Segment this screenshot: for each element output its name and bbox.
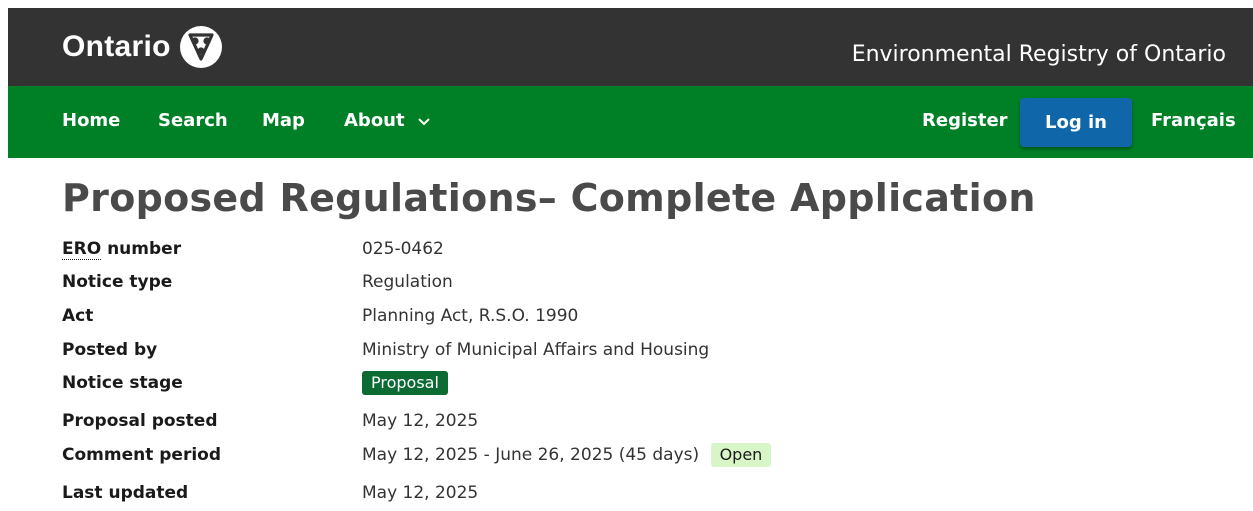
ontario-trillium-icon bbox=[179, 26, 222, 68]
field-notice-type: Notice type Regulation bbox=[0, 268, 1253, 300]
ero-abbreviation[interactable]: ERO bbox=[62, 239, 102, 260]
field-act: Act Planning Act, R.S.O. 1990 bbox=[0, 302, 1253, 334]
field-proposal-posted: Proposal posted May 12, 2025 bbox=[0, 407, 1253, 439]
act-label: Act bbox=[62, 306, 94, 326]
nav-about-label: About bbox=[344, 110, 405, 131]
field-notice-stage: Notice stage Proposal bbox=[0, 369, 1253, 401]
notice-type-label: Notice type bbox=[62, 272, 173, 292]
field-posted-by: Posted by Ministry of Municipal Affairs … bbox=[0, 336, 1253, 368]
chevron-down-icon bbox=[418, 118, 430, 126]
nav-about[interactable]: About bbox=[344, 110, 431, 131]
ero-number-label-text: number bbox=[101, 239, 182, 259]
nav-search[interactable]: Search bbox=[158, 110, 228, 131]
notice-type-value: Regulation bbox=[362, 272, 453, 292]
proposal-posted-value: May 12, 2025 bbox=[362, 411, 479, 431]
comment-period-value: May 12, 2025 - June 26, 2025 (45 days) O… bbox=[362, 443, 772, 467]
status-badge-proposal: Proposal bbox=[362, 371, 448, 395]
posted-by-value: Ministry of Municipal Affairs and Housin… bbox=[362, 340, 710, 360]
field-ero-number: ERO number 025-0462 bbox=[0, 235, 1253, 267]
main-navigation: Home Search Map About Register Log in Fr… bbox=[8, 86, 1253, 158]
brand-name: Ontario bbox=[62, 30, 171, 63]
field-last-updated: Last updated May 12, 2025 bbox=[0, 479, 1253, 511]
registry-title[interactable]: Environmental Registry of Ontario bbox=[852, 42, 1226, 67]
field-comment-period: Comment period May 12, 2025 - June 26, 2… bbox=[0, 441, 1253, 473]
page-title: Proposed Regulations– Complete Applicati… bbox=[62, 176, 1036, 220]
status-badge-open: Open bbox=[710, 443, 772, 467]
notice-stage-label: Notice stage bbox=[62, 373, 183, 393]
nav-register[interactable]: Register bbox=[922, 110, 1008, 131]
nav-map[interactable]: Map bbox=[262, 110, 305, 131]
nav-home[interactable]: Home bbox=[62, 110, 120, 131]
posted-by-label: Posted by bbox=[62, 340, 158, 360]
act-value: Planning Act, R.S.O. 1990 bbox=[362, 306, 579, 326]
last-updated-value: May 12, 2025 bbox=[362, 483, 479, 503]
last-updated-label: Last updated bbox=[62, 483, 189, 503]
ero-number-value: 025-0462 bbox=[362, 239, 444, 259]
top-header-bar: Ontario Environmental Registry of Ontari… bbox=[8, 8, 1253, 86]
page: Ontario Environmental Registry of Ontari… bbox=[0, 0, 1253, 507]
ontario-home-link[interactable]: Ontario bbox=[62, 25, 223, 69]
comment-period-dates: May 12, 2025 - June 26, 2025 (45 days) bbox=[362, 445, 700, 465]
comment-period-label: Comment period bbox=[62, 445, 222, 465]
ero-number-label: ERO number bbox=[62, 239, 182, 260]
notice-stage-value: Proposal bbox=[362, 371, 448, 395]
proposal-posted-label: Proposal posted bbox=[62, 411, 218, 431]
nav-language-toggle[interactable]: Français bbox=[1151, 110, 1236, 131]
login-button[interactable]: Log in bbox=[1020, 98, 1132, 147]
